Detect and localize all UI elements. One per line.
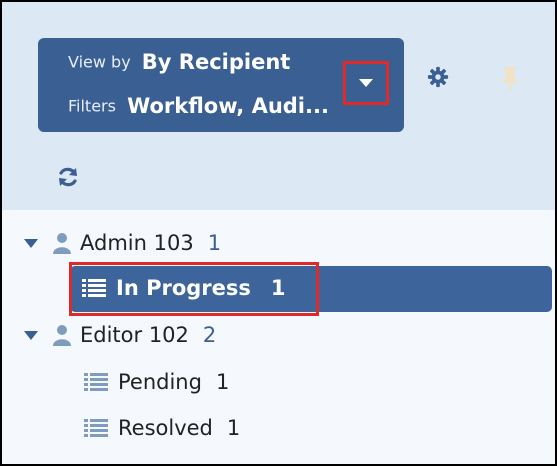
tree-item-resolved[interactable]: Resolved 1 <box>84 416 240 440</box>
filters-row: Filters Workflow, Audi... <box>68 94 329 118</box>
list-icon <box>84 373 108 391</box>
highlight-annotation <box>69 262 319 316</box>
refresh-button[interactable] <box>56 165 80 193</box>
item-count: 1 <box>215 370 230 394</box>
gear-icon <box>427 66 449 88</box>
item-label: Resolved <box>118 416 213 440</box>
tree-item-pending[interactable]: Pending 1 <box>84 370 229 394</box>
filters-value: Workflow, Audi... <box>127 94 329 118</box>
item-label: Pending <box>118 370 202 394</box>
user-icon <box>53 325 71 346</box>
user-icon <box>53 233 71 254</box>
group-count: 2 <box>202 323 217 347</box>
chevron-down-icon <box>359 79 373 87</box>
tree-group-admin[interactable]: Admin 103 1 <box>24 231 221 255</box>
pin-icon <box>502 67 518 91</box>
view-by-value: By Recipient <box>141 50 291 74</box>
expand-triangle-icon[interactable] <box>24 330 38 340</box>
view-by-row: View by By Recipient <box>68 50 290 74</box>
view-dropdown-button[interactable] <box>343 61 389 105</box>
panel-header: View by By Recipient Filters Workflow, A… <box>2 2 555 210</box>
group-count: 1 <box>207 231 222 255</box>
view-by-label: View by <box>68 52 131 72</box>
expand-triangle-icon[interactable] <box>24 238 38 248</box>
filters-label: Filters <box>68 96 116 116</box>
item-count: 1 <box>226 416 241 440</box>
group-name: Editor 102 <box>80 323 189 347</box>
group-name: Admin 103 <box>80 231 194 255</box>
recipient-panel: View by By Recipient Filters Workflow, A… <box>0 0 557 466</box>
list-icon <box>84 419 108 437</box>
refresh-icon <box>59 167 77 187</box>
view-filter-box[interactable]: View by By Recipient Filters Workflow, A… <box>38 38 404 132</box>
tree-group-editor[interactable]: Editor 102 2 <box>24 323 216 347</box>
settings-button[interactable] <box>427 66 449 92</box>
pin-button[interactable] <box>499 66 521 96</box>
